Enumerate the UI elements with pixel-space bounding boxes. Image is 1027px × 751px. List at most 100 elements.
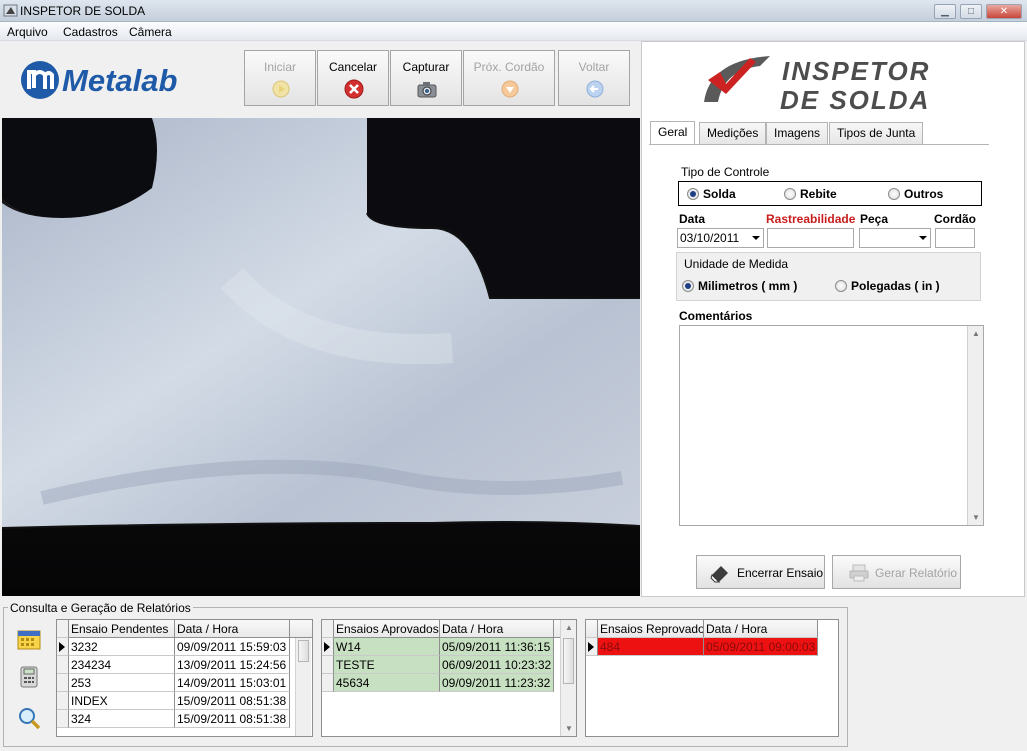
aprovados-ensaio-cell[interactable]: TESTE [334,656,440,674]
calculator-icon[interactable] [20,666,38,688]
eraser-icon [710,566,728,583]
aprovados-col-ensaio[interactable]: Ensaios Aprovados [334,620,440,638]
camera-icon [417,82,437,98]
inspetor-logo-mark: INSPETOR DE SOLDA [704,56,930,115]
pendentes-col-ensaio[interactable]: Ensaio Pendentes [69,620,175,638]
rastreabilidade-input[interactable] [767,228,854,248]
reprovados-col-ensaio[interactable]: Ensaios Reprovados [598,620,704,638]
voltar-button[interactable]: Voltar [558,50,630,106]
pendentes-data-cell[interactable]: 09/09/2011 15:59:03 [175,638,290,656]
menu-camera[interactable]: Câmera [129,25,172,39]
pendentes-col-data[interactable]: Data / Hora [175,620,290,638]
tipo-controle-label: Tipo de Controle [681,165,770,179]
scroll-thumb[interactable] [563,638,574,684]
header-corner [586,620,598,638]
calendar-icon[interactable] [17,628,41,650]
title-bar-blur [150,5,930,17]
iniciar-label: Iniciar [263,60,296,74]
pendentes-grid: Ensaio Pendentes Data / Hora 3232 09/09/2… [56,619,313,737]
aprovados-scrollbar[interactable]: ▲ ▼ [560,620,576,736]
reprovados-header: Ensaios Reprovados Data / Hora [586,620,838,638]
pendentes-ensaio-cell[interactable]: INDEX [69,692,175,710]
peca-select[interactable] [859,228,931,248]
aprovados-data-cell[interactable]: 06/09/2011 10:23:32 [440,656,554,674]
tab-medicoes[interactable]: Medições [699,122,767,144]
row-selector[interactable] [57,692,69,710]
row-selector[interactable] [322,638,334,656]
weld-cross-section-image [2,118,640,596]
product-line1: INSPETOR [782,56,930,86]
back-icon [586,80,604,98]
pendentes-ensaio-cell[interactable]: 3232 [69,638,175,656]
camera-video-feed [2,118,640,596]
aprovados-ensaio-cell[interactable]: 45634 [334,674,440,692]
iniciar-button[interactable]: Iniciar [244,50,316,106]
gerar-relatorio-button[interactable]: Gerar Relatório [832,555,961,589]
radio-milimetros[interactable] [682,280,694,292]
comentarios-textarea[interactable]: ▲ ▼ [679,325,984,526]
row-selector[interactable] [57,674,69,692]
scroll-down-icon: ▼ [565,724,573,733]
scroll-up-icon: ▲ [565,623,573,632]
row-pointer-icon [59,642,65,652]
aprovados-col-data[interactable]: Data / Hora [440,620,554,638]
cordao-label: Cordão [934,212,976,226]
cancelar-button[interactable]: Cancelar [317,50,389,106]
scroll-down-icon: ▼ [972,513,980,522]
pendentes-data-cell[interactable]: 13/09/2011 15:24:56 [175,656,290,674]
aprovados-data-cell[interactable]: 09/09/2011 11:23:32 [440,674,554,692]
row-selector[interactable] [586,638,598,656]
rastreabilidade-label: Rastreabilidade [766,212,856,226]
row-selector[interactable] [57,638,69,656]
row-selector[interactable] [57,710,69,728]
pendentes-data-cell[interactable]: 15/09/2011 08:51:38 [175,710,290,728]
product-line2: DE SOLDA [780,85,930,114]
aprovados-data-cell[interactable]: 05/09/2011 11:36:15 [440,638,554,656]
row-selector[interactable] [322,656,334,674]
reprovados-grid: Ensaios Reprovados Data / Hora 484 05/09/… [585,619,839,737]
prox-cordao-button[interactable]: Próx. Cordão [463,50,555,106]
menu-cadastros[interactable]: Cadastros [63,25,118,39]
pendentes-data-cell[interactable]: 14/09/2011 15:03:01 [175,674,290,692]
scroll-up-icon: ▲ [972,329,980,338]
tab-tipos-junta[interactable]: Tipos de Junta [829,122,924,144]
pendentes-data-cell[interactable]: 15/09/2011 08:51:38 [175,692,290,710]
reprovados-data-cell[interactable]: 05/09/2011 09:00:03 [704,638,818,656]
app-icon [3,4,18,17]
pendentes-ensaio-cell[interactable]: 253 [69,674,175,692]
search-icon[interactable] [17,706,41,730]
row-selector[interactable] [322,674,334,692]
radio-outros-label: Outros [904,187,944,201]
radio-solda[interactable] [687,188,699,200]
data-picker[interactable]: 03/10/2011 [677,228,764,248]
scroll-thumb[interactable] [298,640,309,662]
capturar-button[interactable]: Capturar [390,50,462,106]
cordao-input[interactable] [935,228,975,248]
tab-geral[interactable]: Geral [650,121,696,145]
pendentes-scrollbar[interactable] [295,638,311,736]
radio-polegadas[interactable] [835,280,847,292]
maximize-button[interactable]: □ [960,4,982,19]
pendentes-ensaio-cell[interactable]: 234234 [69,656,175,674]
reprovados-col-data[interactable]: Data / Hora [704,620,818,638]
header-corner [322,620,334,638]
pendentes-ensaio-cell[interactable]: 324 [69,710,175,728]
menu-arquivo[interactable]: Arquivo [7,25,48,39]
window-title: INSPETOR DE SOLDA [20,4,146,18]
radio-outros[interactable] [888,188,900,200]
tab-imagens[interactable]: Imagens [766,122,829,144]
close-window-button[interactable]: ✕ [986,4,1022,19]
peca-label: Peça [860,212,889,226]
minimize-button[interactable]: ▁ [934,4,956,19]
logo-text: Metalab [62,63,177,98]
inspetor-logo: INSPETOR DE SOLDA [700,50,975,115]
row-selector[interactable] [57,656,69,674]
reprovados-ensaio-cell[interactable]: 484 [598,638,704,656]
encerrar-ensaio-button[interactable]: Encerrar Ensaio [696,555,825,589]
cancel-icon [344,79,364,99]
title-bar: INSPETOR DE SOLDA ▁ □ ✕ [0,0,1027,22]
aprovados-ensaio-cell[interactable]: W14 [334,638,440,656]
radio-rebite[interactable] [784,188,796,200]
comentarios-scrollbar[interactable]: ▲ ▼ [967,326,983,525]
radio-solda-label: Solda [703,187,736,201]
